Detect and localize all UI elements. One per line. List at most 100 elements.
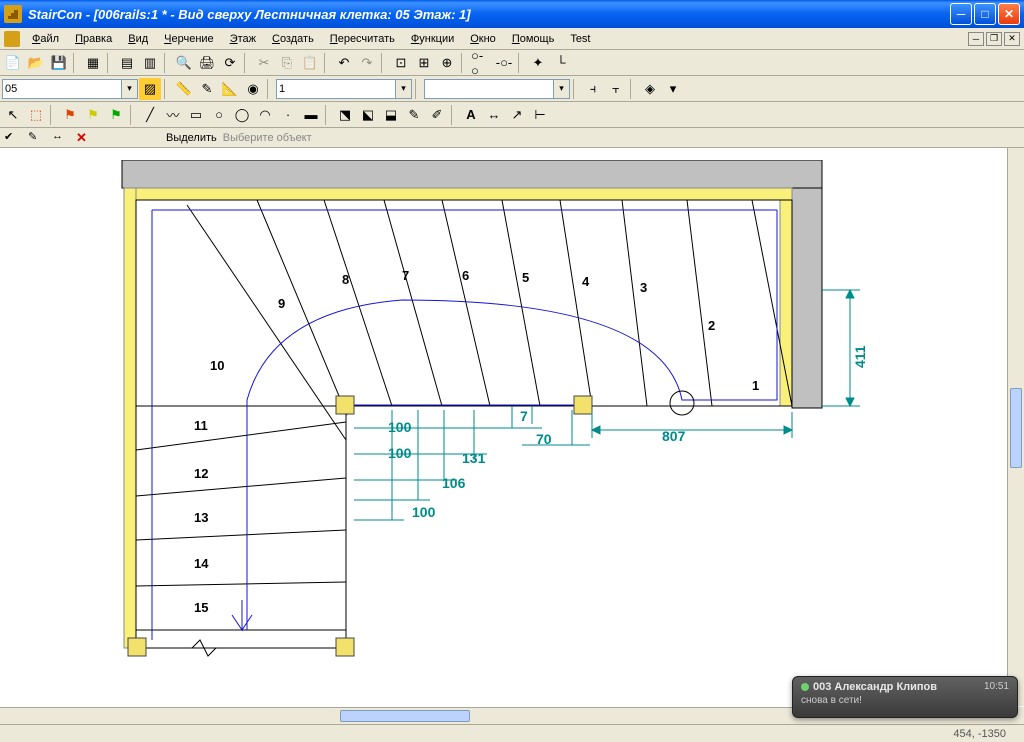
new-button[interactable]: 📄 — [2, 52, 24, 74]
tape-button[interactable]: 📏 — [173, 78, 195, 100]
3d-button[interactable]: ◈ — [639, 78, 661, 100]
notif-time: 10:51 — [984, 681, 1009, 692]
undo-button[interactable]: ↶ — [333, 52, 355, 74]
zoom-window-button[interactable]: ⊞ — [413, 52, 435, 74]
maximize-button[interactable]: □ — [974, 3, 996, 25]
print-preview-button[interactable]: 🔍 — [173, 52, 195, 74]
drawing-canvas[interactable]: 1 2 3 4 5 6 7 8 9 10 11 12 13 14 15 411 … — [2, 150, 1005, 705]
redo-button[interactable]: ↷ — [356, 52, 378, 74]
fill-button[interactable]: ◉ — [242, 78, 264, 100]
layer-combo[interactable] — [2, 79, 122, 99]
close-button[interactable]: ✕ — [998, 3, 1020, 25]
layer-combo-dropdown[interactable]: ▾ — [122, 79, 138, 99]
print-button[interactable]: 🖨 — [196, 52, 218, 74]
arc-button[interactable]: ◠ — [254, 104, 276, 126]
menu-file[interactable]: Файл — [24, 31, 67, 47]
style-combo[interactable] — [424, 79, 554, 99]
paste-button[interactable]: 📋 — [299, 52, 321, 74]
arrow-down-icon[interactable]: ▾ — [662, 78, 684, 100]
align-top-button[interactable]: ⫟ — [605, 78, 627, 100]
cmd-cancel-icon[interactable]: ✕ — [76, 130, 94, 146]
menu-view[interactable]: Вид — [120, 31, 156, 47]
list-button[interactable]: ▤ — [116, 52, 138, 74]
ortho-button[interactable]: └ — [550, 52, 572, 74]
pencil-button[interactable]: ✎ — [196, 78, 218, 100]
save-button[interactable]: 💾 — [48, 52, 70, 74]
notif-title: 003 Александр Клипов — [813, 681, 937, 693]
cut-button[interactable]: ✂ — [253, 52, 275, 74]
menu-functions[interactable]: Функции — [403, 31, 462, 47]
cmd-edit-icon[interactable]: ✎ — [28, 130, 46, 146]
snap-mid-button[interactable]: -○- — [493, 52, 515, 74]
cmd-dim-icon[interactable]: ↔ — [52, 130, 70, 146]
select-button[interactable]: ↖ — [2, 104, 24, 126]
menu-recalc[interactable]: Пересчитать — [322, 31, 403, 47]
step-label-12: 12 — [194, 466, 208, 481]
polyline-button[interactable]: 〰 — [162, 104, 184, 126]
step-label-15: 15 — [194, 600, 208, 615]
circle2-button[interactable]: ◯ — [231, 104, 253, 126]
linetype-combo[interactable] — [276, 79, 396, 99]
snap-endpoint-button[interactable]: ○-○ — [470, 52, 492, 74]
mdi-minimize-button[interactable]: ─ — [968, 32, 984, 46]
step-label-11: 11 — [194, 418, 208, 433]
dim-100b: 100 — [388, 445, 411, 461]
snap-center-button[interactable]: ✦ — [527, 52, 549, 74]
menu-test[interactable]: Test — [562, 31, 598, 47]
zoom-extents-button[interactable]: ⊡ — [390, 52, 412, 74]
line-button[interactable]: ╱ — [139, 104, 161, 126]
step-label-3: 3 — [640, 280, 647, 295]
stair3-button[interactable]: ⬓ — [380, 104, 402, 126]
edit-button[interactable]: ✎ — [403, 104, 425, 126]
dim2-button[interactable]: ↗ — [506, 104, 528, 126]
step-label-13: 13 — [194, 510, 208, 525]
copy-button[interactable]: ⎘ — [276, 52, 298, 74]
layer-btn-1[interactable]: ▨ — [139, 78, 161, 100]
grid-button[interactable]: ▦ — [82, 52, 104, 74]
cmd-check-icon[interactable]: ✔ — [4, 130, 22, 146]
dim3-button[interactable]: ⊢ — [529, 104, 551, 126]
refresh-button[interactable]: ⟳ — [219, 52, 241, 74]
dim-807: 807 — [662, 428, 685, 444]
linetype-combo-dropdown[interactable]: ▾ — [396, 79, 412, 99]
flag-red-button[interactable]: ⚑ — [59, 104, 81, 126]
circle-button[interactable]: ○ — [208, 104, 230, 126]
workspace: 1 2 3 4 5 6 7 8 9 10 11 12 13 14 15 411 … — [0, 148, 1024, 724]
point-button[interactable]: · — [277, 104, 299, 126]
notification-toast[interactable]: 003 Александр Клипов 10:51 снова в сети! — [792, 676, 1018, 718]
menu-floor[interactable]: Этаж — [222, 31, 264, 47]
open-button[interactable]: 📂 — [25, 52, 47, 74]
stair1-button[interactable]: ⬔ — [334, 104, 356, 126]
dim-100c: 100 — [412, 504, 435, 520]
flag-yellow-button[interactable]: ⚑ — [82, 104, 104, 126]
edit2-button[interactable]: ✐ — [426, 104, 448, 126]
flag-green-button[interactable]: ⚑ — [105, 104, 127, 126]
dim-100a: 100 — [388, 419, 411, 435]
ruler-button[interactable]: 📐 — [219, 78, 241, 100]
align-left-button[interactable]: ⫞ — [582, 78, 604, 100]
menu-window[interactable]: Окно — [462, 31, 504, 47]
app-icon — [4, 5, 22, 23]
dim-106: 106 — [442, 475, 465, 491]
props-button[interactable]: ▥ — [139, 52, 161, 74]
zoom-in-button[interactable]: ⊕ — [436, 52, 458, 74]
menu-help[interactable]: Помощь — [504, 31, 563, 47]
menu-draw[interactable]: Черчение — [156, 31, 222, 47]
mdi-restore-button[interactable]: ❐ — [986, 32, 1002, 46]
online-dot-icon — [801, 683, 809, 691]
rect-button[interactable]: ▭ — [185, 104, 207, 126]
dim-70: 70 — [536, 431, 552, 447]
dim-button[interactable]: ↔ — [483, 104, 505, 126]
select-obj-button[interactable]: ⬚ — [25, 104, 47, 126]
wall-button[interactable]: ▬ — [300, 104, 322, 126]
menu-create[interactable]: Создать — [264, 31, 322, 47]
vertical-scrollbar[interactable] — [1007, 148, 1024, 706]
dim-7: 7 — [520, 408, 528, 424]
mdi-close-button[interactable]: ✕ — [1004, 32, 1020, 46]
style-combo-dropdown[interactable]: ▾ — [554, 79, 570, 99]
minimize-button[interactable]: ─ — [950, 3, 972, 25]
stair2-button[interactable]: ⬕ — [357, 104, 379, 126]
text-button[interactable]: A — [460, 104, 482, 126]
menu-edit[interactable]: Правка — [67, 31, 120, 47]
command-prompt-bar: ✔ ✎ ↔ ✕ Выделить Выберите объект — [0, 128, 1024, 148]
